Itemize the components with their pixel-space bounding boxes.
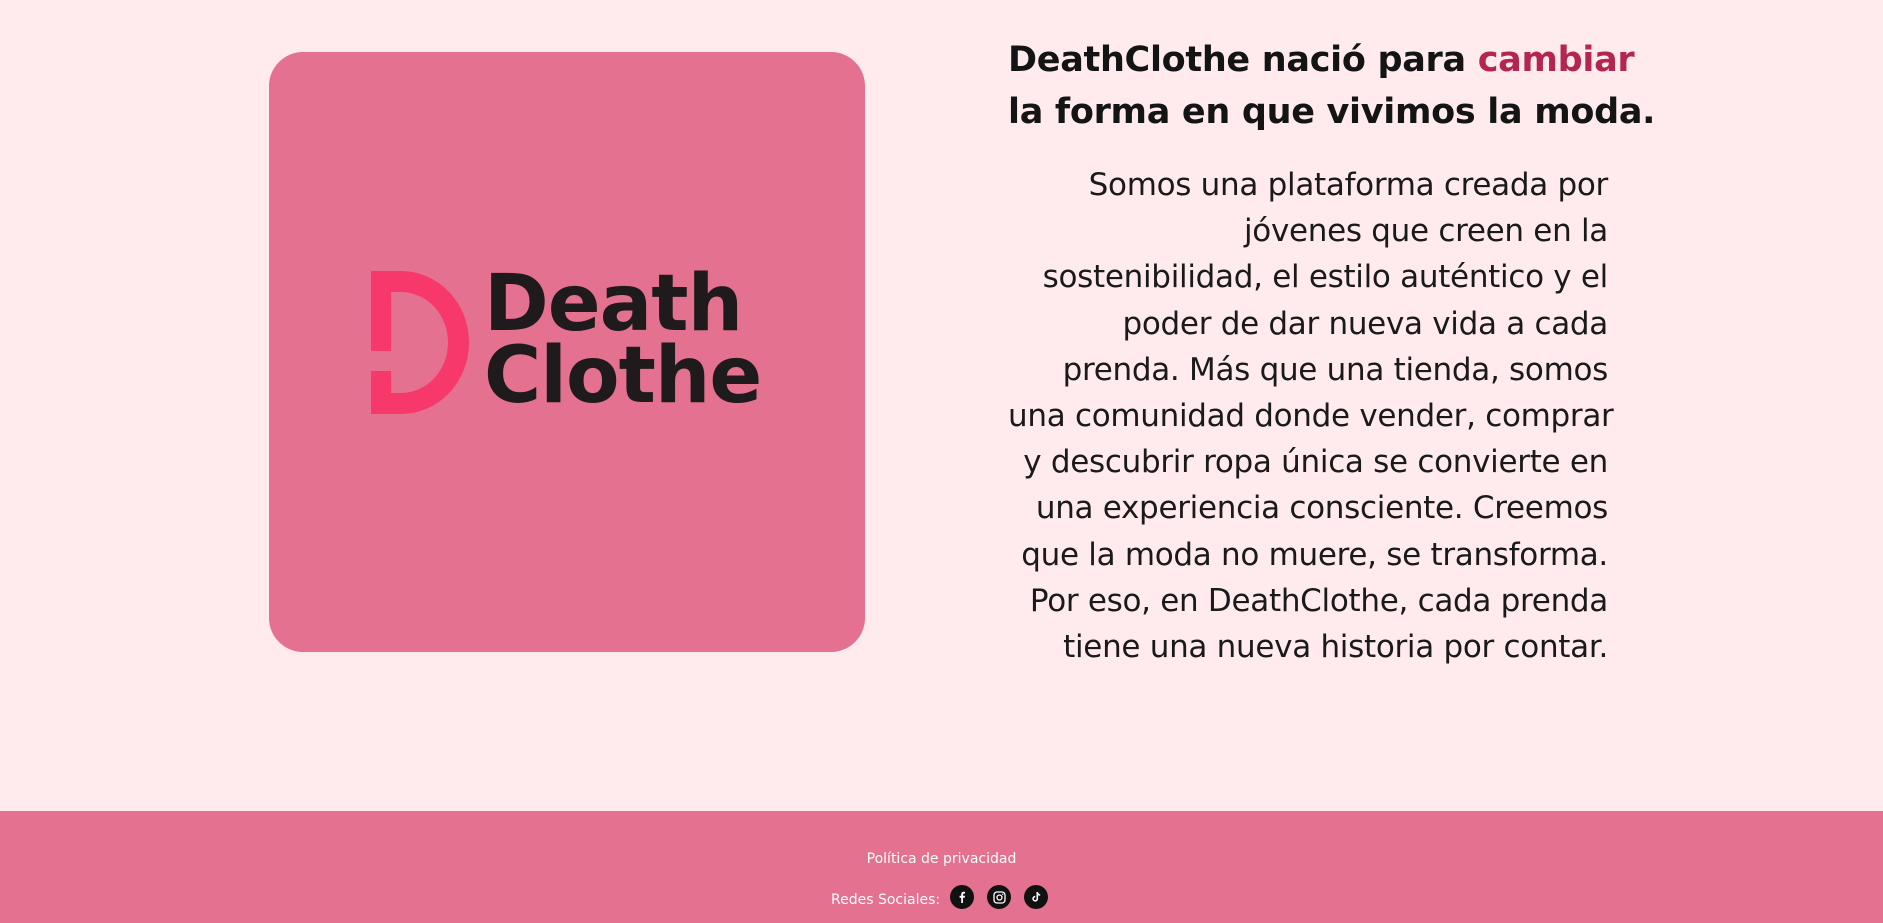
instagram-icon[interactable] <box>987 885 1012 909</box>
headline-accent: cambiar <box>1477 40 1635 80</box>
tiktok-icon[interactable] <box>1024 885 1049 909</box>
paragraph-line: prenda. Más que una tienda, somos <box>1062 351 1609 388</box>
paragraph-line: Por eso, en DeathClothe, cada prenda <box>1029 582 1608 619</box>
site-footer: Política de privacidad Redes Sociales: <box>0 811 1883 923</box>
instagram-glyph <box>992 890 1006 904</box>
paragraph-line: que la moda no muere, se transforma. <box>1021 536 1608 573</box>
about-headline: DeathClothe nació para cambiar la forma … <box>1008 34 1656 138</box>
logo-word-clothe: Clothe <box>484 331 762 421</box>
paragraph-line: poder de dar nueva vida a cada <box>1122 305 1609 342</box>
privacy-policy-link[interactable]: Política de privacidad <box>0 851 1883 867</box>
logo-word-death: Death <box>484 259 743 349</box>
deathclothe-d-logo-icon <box>371 271 469 414</box>
paragraph-line: sostenibilidad, el estilo auténtico y el <box>1042 259 1609 296</box>
paragraph-line: una comunidad donde vender, comprar <box>1008 398 1614 435</box>
social-label: Redes Sociales: <box>831 892 941 908</box>
tiktok-glyph <box>1032 892 1041 902</box>
headline-line-1: DeathClothe nació para cambiar <box>1008 34 1635 86</box>
paragraph-line: jóvenes que creen en la <box>1243 213 1608 250</box>
paragraph-line: una experiencia consciente. Creemos <box>1035 490 1608 527</box>
paragraph-line: y descubrir ropa única se convierte en <box>1023 444 1608 481</box>
headline-part1: DeathClothe nació para <box>1008 40 1478 80</box>
logo-wordmark: Death Clothe <box>484 259 762 421</box>
about-text-column: DeathClothe nació para cambiar la forma … <box>1008 34 1656 670</box>
paragraph-line: tiene una nueva historia por contar. <box>1063 629 1608 666</box>
about-section: Death Clothe DeathClothe nació para camb… <box>0 0 1883 811</box>
paragraph-line: Somos una plataforma creada por <box>1088 167 1609 203</box>
about-paragraph: Somos una plataforma creada por jóvenes … <box>1008 162 1614 670</box>
social-links: Redes Sociales: <box>831 883 1061 911</box>
facebook-glyph <box>959 891 966 903</box>
facebook-icon[interactable] <box>950 885 975 909</box>
headline-line-2: la forma en que vivimos la moda. <box>1008 92 1656 132</box>
